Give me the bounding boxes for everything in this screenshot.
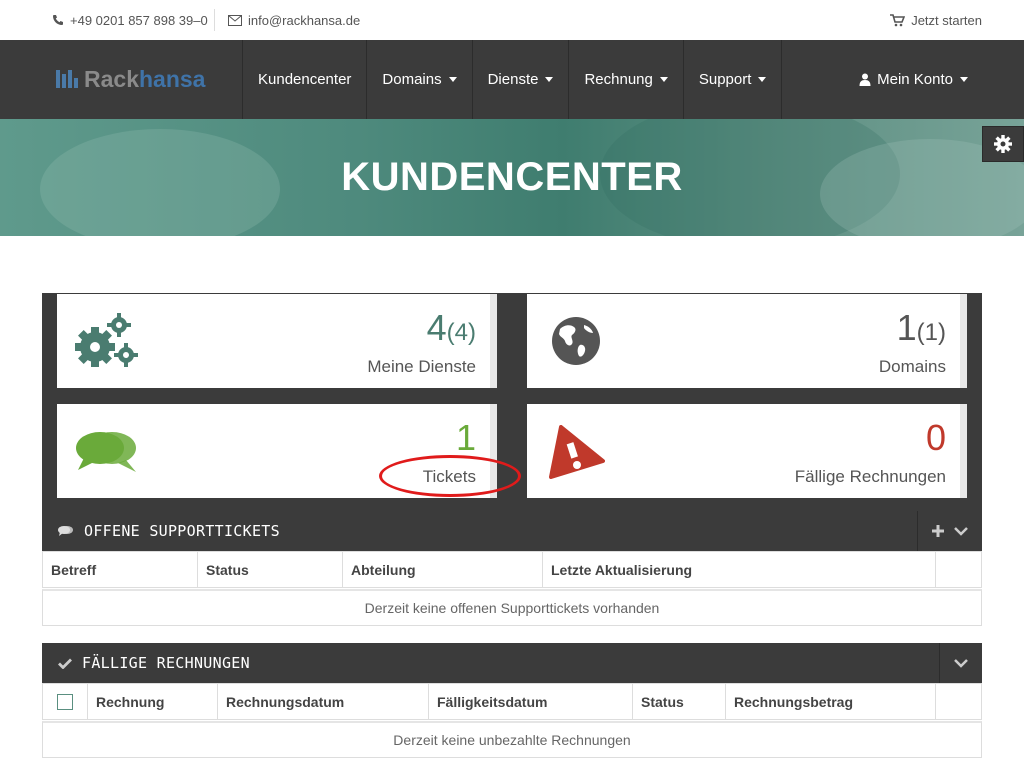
column-header[interactable]: Rechnung: [88, 684, 218, 719]
email-address: info@rackhansa.de: [248, 12, 361, 28]
column-header-empty: [936, 552, 981, 587]
caret-down-icon: [960, 77, 968, 82]
select-all-cell: [43, 684, 88, 719]
invoices-table-header: Rechnung Rechnungsdatum Fälligkeitsdatum…: [42, 683, 982, 720]
due-invoices-header: FÄLLIGE RECHNUNGEN: [42, 643, 982, 683]
column-header[interactable]: Betreff: [43, 552, 198, 587]
get-started-label: Jetzt starten: [911, 12, 982, 28]
email-contact[interactable]: info@rackhansa.de: [228, 0, 360, 40]
domains-label: Domains: [878, 357, 946, 376]
phone-icon: [53, 15, 63, 25]
nav-label: Kundencenter: [258, 71, 352, 88]
tile-shade: [960, 294, 967, 388]
nav-item-support[interactable]: Support: [682, 40, 783, 119]
domains-tile[interactable]: 1(1) Domains: [527, 294, 967, 388]
services-label: Meine Dienste: [367, 357, 476, 376]
settings-button[interactable]: [982, 126, 1024, 162]
phone-contact[interactable]: +49 0201 857 898 39–0: [52, 0, 208, 40]
gear-icon: [994, 135, 1012, 153]
gears-icon: [71, 308, 141, 374]
globe-icon: [541, 308, 611, 374]
caret-down-icon: [758, 77, 767, 82]
cart-icon: [890, 13, 906, 26]
tickets-count: 1: [455, 417, 476, 458]
comments-icon: [58, 526, 73, 536]
column-header[interactable]: Status: [633, 684, 726, 719]
page-title: KUNDENCENTER: [341, 155, 683, 199]
logo-text-rack: Rack: [84, 65, 139, 92]
invoices-empty-message: Derzeit keine unbezahlte Rechnungen: [42, 721, 982, 758]
services-count-value: 4: [426, 307, 447, 348]
chevron-down-icon[interactable]: [954, 658, 968, 668]
divider: [214, 9, 215, 31]
column-header-empty: [936, 684, 981, 719]
check-icon: [58, 658, 72, 669]
tickets-table-header: Betreff Status Abteilung Letzte Aktualis…: [42, 551, 982, 588]
get-started-link[interactable]: Jetzt starten: [890, 0, 982, 40]
column-header[interactable]: Rechnungsbetrag: [726, 684, 936, 719]
nav-item-domains[interactable]: Domains: [366, 40, 471, 119]
envelope-icon: [228, 14, 242, 26]
panel-title: OFFENE SUPPORTTICKETS: [84, 522, 280, 540]
nav-label: Support: [698, 71, 752, 88]
nav-item-dienste[interactable]: Dienste: [471, 40, 569, 119]
user-icon: [859, 73, 871, 86]
domains-total-value: (1): [916, 319, 946, 346]
invoices-label: Fällige Rechnungen: [794, 467, 946, 486]
logo-bars-icon: [56, 70, 78, 88]
column-header[interactable]: Rechnungsdatum: [218, 684, 429, 719]
nav-menu: Kundencenter Domains Dienste Rechnung Su…: [242, 40, 783, 119]
hero-banner: KUNDENCENTER: [0, 119, 1024, 236]
nav-item-kundencenter[interactable]: Kundencenter: [242, 40, 366, 119]
services-total-value: (4): [446, 319, 476, 346]
tile-shade: [490, 294, 497, 388]
top-bar: +49 0201 857 898 39–0 info@rackhansa.de …: [0, 0, 1024, 40]
account-label: Mein Konto: [877, 71, 953, 88]
nav-label: Dienste: [487, 71, 539, 88]
chevron-down-icon[interactable]: [954, 526, 968, 536]
column-header[interactable]: Abteilung: [343, 552, 543, 587]
logo[interactable]: Rack hansa: [56, 64, 205, 94]
phone-number: +49 0201 857 898 39–0: [70, 12, 208, 28]
account-menu[interactable]: Mein Konto: [859, 40, 968, 119]
caret-down-icon: [545, 77, 554, 82]
nav-label: Rechnung: [584, 71, 653, 88]
highlight-annotation: [379, 455, 521, 497]
main-navbar: Rack hansa Kundencenter Domains Dienste R…: [0, 40, 1024, 119]
services-tile[interactable]: 4(4) Meine Dienste: [57, 294, 497, 388]
plus-icon[interactable]: [932, 525, 944, 537]
logo-text-hansa: hansa: [138, 65, 206, 92]
tile-shade: [960, 404, 967, 498]
nav-item-rechnung[interactable]: Rechnung: [568, 40, 682, 119]
caret-down-icon: [659, 77, 668, 82]
domains-count: 1(1): [897, 308, 946, 353]
column-header[interactable]: Status: [198, 552, 343, 587]
caret-down-icon: [448, 77, 457, 82]
column-header[interactable]: Letzte Aktualisierung: [543, 552, 936, 587]
domains-count-value: 1: [896, 307, 917, 348]
invoices-tile[interactable]: 0 Fällige Rechnungen: [527, 404, 967, 498]
tickets-empty-message: Derzeit keine offenen Supporttickets vor…: [42, 589, 982, 626]
comments-icon: [71, 418, 141, 484]
open-tickets-header: OFFENE SUPPORTTICKETS: [42, 511, 982, 551]
column-header[interactable]: Fälligkeitsdatum: [429, 684, 633, 719]
invoices-count: 0: [925, 417, 946, 458]
panel-tools: [917, 511, 982, 551]
nav-label: Domains: [382, 71, 442, 88]
warning-icon: [541, 418, 611, 484]
select-all-checkbox[interactable]: [57, 693, 73, 710]
panel-title: FÄLLIGE RECHNUNGEN: [82, 654, 250, 672]
services-count: 4(4): [427, 308, 476, 353]
panel-tools: [939, 643, 982, 683]
